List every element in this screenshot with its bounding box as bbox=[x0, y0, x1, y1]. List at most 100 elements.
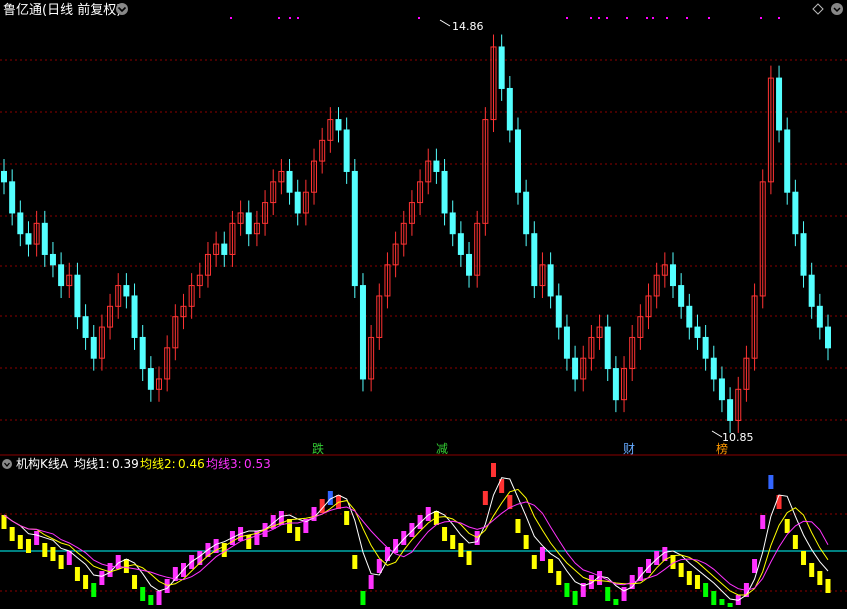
candle-body bbox=[563, 326, 570, 359]
candle-body bbox=[604, 326, 611, 370]
candle-body bbox=[776, 77, 783, 131]
candle-body bbox=[825, 326, 831, 349]
candle-body bbox=[449, 212, 456, 235]
indicator-name: 机构K线A bbox=[16, 456, 69, 471]
indicator-bar bbox=[564, 583, 570, 597]
signal-dot bbox=[760, 17, 762, 19]
signal-dot bbox=[778, 17, 780, 19]
indicator-bar bbox=[99, 571, 105, 585]
marker-cai[interactable]: 财 bbox=[623, 442, 635, 456]
candle-body bbox=[90, 336, 97, 359]
candle-body bbox=[139, 336, 146, 370]
signal-dot bbox=[566, 17, 568, 19]
candle-body bbox=[17, 212, 24, 235]
candle-body bbox=[221, 243, 228, 255]
indicator-bar bbox=[605, 587, 611, 601]
indicator-bar bbox=[678, 563, 684, 577]
indicator-bar bbox=[531, 555, 537, 569]
ma1-label: 均线1: bbox=[74, 457, 110, 471]
candle-body bbox=[49, 253, 56, 266]
signal-dot bbox=[652, 17, 654, 19]
indicator-bar bbox=[417, 515, 423, 529]
indicator-bar bbox=[368, 575, 374, 589]
indicator-bar bbox=[156, 591, 162, 605]
candle-body bbox=[498, 46, 505, 89]
indicator-bar bbox=[727, 603, 733, 607]
candle-body bbox=[784, 129, 791, 193]
indicator-bar bbox=[621, 587, 627, 601]
indicator-bar bbox=[752, 559, 758, 573]
candle-body bbox=[123, 285, 130, 297]
marker-bang[interactable]: 榜 bbox=[716, 441, 728, 456]
candle-body bbox=[294, 191, 301, 214]
indicator-bar bbox=[768, 475, 774, 489]
candle-body bbox=[131, 295, 138, 338]
signal-dot bbox=[418, 17, 420, 19]
indicator-bar bbox=[482, 491, 488, 505]
indicator-bar bbox=[809, 563, 815, 577]
indicator-bar bbox=[466, 551, 472, 565]
candle-body bbox=[457, 233, 464, 255]
candle-body bbox=[800, 233, 807, 276]
indicator-bar bbox=[825, 579, 831, 593]
indicator-bar bbox=[50, 547, 56, 561]
indicator-bar bbox=[458, 543, 464, 557]
candle-body bbox=[523, 191, 530, 235]
signal-dot bbox=[278, 17, 280, 19]
chart-background bbox=[0, 0, 847, 609]
indicator-bar bbox=[548, 559, 554, 573]
candle-body bbox=[82, 316, 89, 338]
candle-body bbox=[245, 212, 252, 235]
signal-dot bbox=[686, 17, 688, 19]
candle-body bbox=[572, 357, 579, 380]
indicator-bar bbox=[132, 575, 138, 589]
signal-dot bbox=[598, 17, 600, 19]
title-dropdown-button[interactable] bbox=[116, 3, 128, 15]
indicator-toggle-button[interactable] bbox=[2, 459, 12, 469]
signal-dot bbox=[708, 17, 710, 19]
indicator-bar bbox=[140, 587, 146, 601]
candle-body bbox=[694, 326, 701, 338]
candle-body bbox=[25, 233, 32, 245]
signal-dot bbox=[606, 17, 608, 19]
candle-body bbox=[612, 368, 619, 401]
indicator-bar bbox=[83, 575, 89, 589]
ma2-label: 均线2: bbox=[140, 457, 176, 471]
candle-body bbox=[1, 170, 7, 183]
indicator-bar bbox=[9, 527, 15, 541]
settings-icon[interactable] bbox=[831, 3, 843, 15]
signal-dot bbox=[230, 17, 232, 19]
indicator-bar bbox=[694, 575, 700, 589]
indicator-bar bbox=[613, 599, 619, 605]
candle-body bbox=[531, 233, 538, 287]
candle-body bbox=[710, 357, 717, 380]
indicator-bar bbox=[344, 511, 350, 525]
stock-chart[interactable]: 14.86 10.85 跌 减 财 榜 鲁亿通(日线 前复权) 机构K线A 均线… bbox=[0, 0, 847, 609]
indicator-bar bbox=[25, 539, 31, 553]
candle-body bbox=[547, 264, 554, 297]
signal-dot bbox=[289, 17, 291, 19]
marker-die[interactable]: 跌 bbox=[312, 441, 324, 456]
indicator-bar bbox=[646, 559, 652, 573]
candle-body bbox=[335, 119, 342, 131]
indicator-bar bbox=[703, 583, 709, 597]
candle-body bbox=[286, 170, 293, 193]
indicator-bar bbox=[515, 519, 521, 533]
indicator-bar bbox=[74, 567, 80, 581]
candle-body bbox=[343, 129, 350, 172]
candle-body bbox=[718, 378, 725, 401]
indicator-bar bbox=[776, 495, 782, 509]
indicator-bar bbox=[17, 535, 23, 549]
signal-dot bbox=[590, 17, 592, 19]
indicator-bar bbox=[442, 527, 448, 541]
candle-body bbox=[669, 264, 676, 287]
candle-body bbox=[686, 305, 693, 328]
ma2-value: 0.46 bbox=[178, 457, 205, 471]
indicator-bar bbox=[760, 515, 766, 529]
indicator-bar bbox=[792, 535, 798, 549]
signal-dot bbox=[626, 17, 628, 19]
indicator-bar bbox=[711, 591, 717, 605]
marker-jian[interactable]: 减 bbox=[436, 442, 448, 456]
indicator-bar bbox=[686, 571, 692, 585]
indicator-bar bbox=[91, 583, 97, 597]
